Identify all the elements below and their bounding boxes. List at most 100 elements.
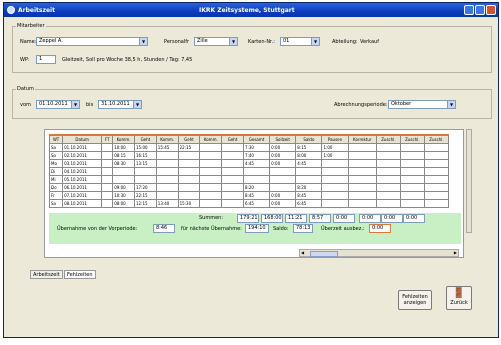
table-cell[interactable]: 8:20	[295, 183, 323, 192]
table-cell[interactable]	[199, 143, 223, 152]
vertical-scrollbar[interactable]	[466, 129, 472, 233]
table-cell[interactable]	[242, 175, 271, 184]
table-cell[interactable]: 07.10.2011	[62, 191, 103, 200]
table-cell[interactable]	[375, 183, 401, 192]
table-cell[interactable]	[321, 183, 349, 192]
table-cell[interactable]: Sa	[48, 199, 64, 208]
table-cell[interactable]: 7:30	[242, 143, 271, 152]
table-cell[interactable]	[101, 143, 114, 152]
table-cell[interactable]	[375, 159, 401, 168]
horizontal-scrollbar[interactable]: ◀ ▶	[299, 249, 459, 257]
table-cell[interactable]	[221, 199, 244, 208]
table-cell[interactable]	[423, 191, 450, 200]
table-cell[interactable]: 4:45	[242, 159, 271, 168]
close-button[interactable]	[486, 5, 496, 15]
table-cell[interactable]: 09:00	[112, 183, 135, 192]
table-cell[interactable]	[375, 167, 401, 176]
table-cell[interactable]: 17:20	[134, 183, 157, 192]
table-cell[interactable]: Di	[48, 167, 64, 176]
table-cell[interactable]	[155, 167, 179, 176]
table-cell[interactable]	[134, 175, 157, 184]
table-cell[interactable]: 8:45	[295, 191, 323, 200]
table-cell[interactable]: 22:15	[177, 143, 201, 152]
table-cell[interactable]	[199, 175, 223, 184]
table-cell[interactable]: Fr	[48, 191, 64, 200]
column-header[interactable]: Komm.	[199, 134, 223, 144]
table-cell[interactable]: 03.10.2011	[62, 159, 103, 168]
table-cell[interactable]: 10:30	[112, 191, 135, 200]
table-cell[interactable]: 13:40	[155, 199, 179, 208]
table-cell[interactable]	[347, 167, 377, 176]
table-cell[interactable]	[155, 183, 179, 192]
table-cell[interactable]	[177, 151, 201, 160]
table-cell[interactable]: 13:15	[134, 159, 157, 168]
tab-fehlzeiten[interactable]: Fehlzeiten	[64, 270, 96, 279]
table-cell[interactable]: 8:15	[295, 143, 323, 152]
table-cell[interactable]: 05.10.2011	[62, 175, 103, 184]
table-cell[interactable]	[347, 151, 377, 160]
table-cell[interactable]: Mi	[48, 175, 64, 184]
table-cell[interactable]	[242, 167, 271, 176]
table-cell[interactable]: 16:15	[134, 151, 157, 160]
table-row[interactable]: Sa 08.10.2011 08:00 12:15 13:40 15:30 6:45 0:00…	[48, 199, 450, 208]
table-cell[interactable]	[101, 191, 114, 200]
table-cell[interactable]	[347, 199, 377, 208]
column-header[interactable]: Gesamt	[242, 134, 271, 144]
table-cell[interactable]	[375, 175, 401, 184]
table-cell[interactable]: 08:15	[112, 151, 135, 160]
table-cell[interactable]	[423, 199, 450, 208]
column-header[interactable]: Geht	[177, 134, 201, 144]
table-cell[interactable]	[199, 159, 223, 168]
column-header[interactable]: Korrektur	[347, 134, 377, 144]
table-cell[interactable]	[321, 199, 349, 208]
personal-dropdown[interactable]: Zille ▼	[194, 37, 238, 46]
table-cell[interactable]	[347, 191, 377, 200]
table-cell[interactable]	[199, 167, 223, 176]
table-cell[interactable]	[399, 159, 425, 168]
table-cell[interactable]	[155, 191, 179, 200]
table-cell[interactable]: 06.10.2011	[62, 183, 103, 192]
table-cell[interactable]	[101, 159, 114, 168]
title-bar[interactable]: Arbeitszeit IKRK Zeitsysteme, Stuttgart	[4, 3, 498, 17]
chevron-down-icon[interactable]: ▼	[71, 101, 79, 108]
table-cell[interactable]	[347, 143, 377, 152]
tab-arbeitszeit[interactable]: Arbeitszeit	[30, 270, 63, 279]
table-cell[interactable]: 1:00	[321, 151, 349, 160]
table-cell[interactable]	[199, 199, 223, 208]
table-cell[interactable]: So	[48, 151, 64, 160]
table-cell[interactable]: 0:00	[269, 143, 297, 152]
column-header[interactable]: Zuschl.	[423, 134, 450, 144]
table-cell[interactable]	[155, 151, 179, 160]
table-cell[interactable]	[423, 159, 450, 168]
table-cell[interactable]	[177, 167, 201, 176]
column-header[interactable]: Zuschl.	[399, 134, 425, 144]
table-cell[interactable]: 8:20	[242, 183, 271, 192]
table-cell[interactable]	[423, 167, 450, 176]
table-cell[interactable]	[375, 143, 401, 152]
column-header[interactable]: Komm.	[112, 134, 135, 144]
table-cell[interactable]: 22:15	[134, 191, 157, 200]
table-cell[interactable]	[269, 167, 297, 176]
table-cell[interactable]	[399, 191, 425, 200]
table-cell[interactable]	[375, 151, 401, 160]
table-cell[interactable]: 6:45	[242, 199, 271, 208]
table-cell[interactable]	[101, 167, 114, 176]
table-row[interactable]: Sa 01.10.2011 10:00 15:00 15:45 22:15 7:30 0:00…	[48, 143, 450, 152]
table-cell[interactable]	[221, 151, 244, 160]
table-cell[interactable]	[199, 151, 223, 160]
table-cell[interactable]	[177, 183, 201, 192]
table-cell[interactable]: 7:40	[242, 151, 271, 160]
chevron-down-icon[interactable]: ▼	[447, 101, 455, 108]
table-cell[interactable]	[295, 167, 323, 176]
table-cell[interactable]: Mo	[48, 159, 64, 168]
table-cell[interactable]: 0:00	[269, 151, 297, 160]
table-cell[interactable]: 15:30	[177, 199, 201, 208]
column-header[interactable]: FT	[101, 134, 114, 144]
table-cell[interactable]	[112, 167, 135, 176]
table-cell[interactable]	[221, 143, 244, 152]
table-cell[interactable]	[101, 175, 114, 184]
table-cell[interactable]	[347, 175, 377, 184]
table-cell[interactable]	[221, 183, 244, 192]
table-cell[interactable]	[221, 159, 244, 168]
column-header[interactable]: Komm.	[155, 134, 179, 144]
